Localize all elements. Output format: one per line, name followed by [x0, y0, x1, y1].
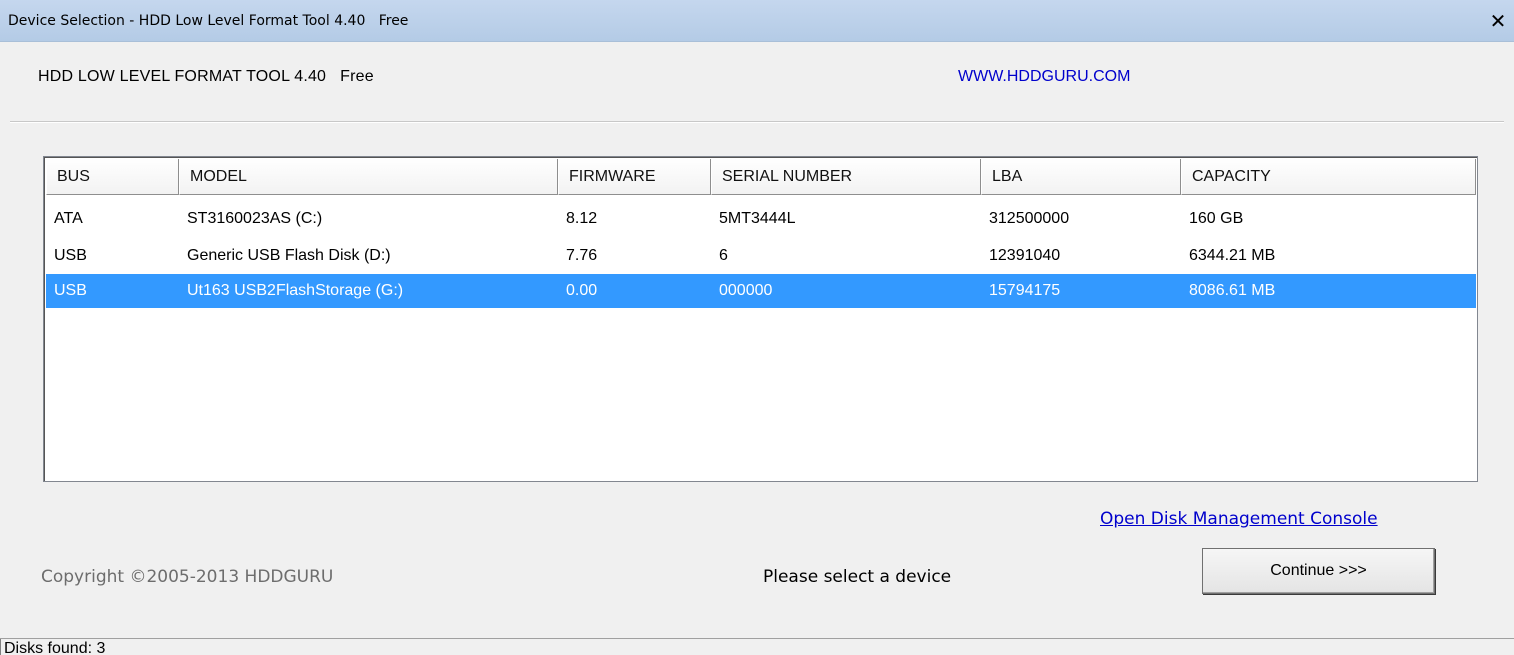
- cell-model: Ut163 USB2FlashStorage (G:): [187, 282, 404, 299]
- cell-model: Generic USB Flash Disk (D:): [187, 246, 391, 264]
- cell-serial: 5MT3444L: [719, 209, 796, 227]
- cell-capacity: 6344.21 MB: [1189, 246, 1276, 264]
- column-header-firmware[interactable]: FIRMWARE: [558, 159, 711, 195]
- cell-bus: USB: [54, 282, 87, 299]
- column-header-serial-number[interactable]: SERIAL NUMBER: [711, 159, 981, 195]
- disks-found-text: Disks found: 3: [4, 640, 106, 655]
- cell-firmware: 8.12: [566, 209, 598, 227]
- table-row[interactable]: USB Generic USB Flash Disk (D:) 7.76 6 1…: [46, 237, 1476, 274]
- title-bar: Device Selection - HDD Low Level Format …: [0, 0, 1514, 42]
- continue-button[interactable]: Continue >>>: [1202, 548, 1435, 594]
- cell-capacity: 8086.61 MB: [1189, 282, 1276, 299]
- status-bar-edge: [0, 639, 1, 655]
- cell-bus: ATA: [54, 209, 83, 227]
- cell-lba: 312500000: [989, 209, 1070, 227]
- cell-bus: USB: [54, 246, 87, 264]
- cell-firmware: 0.00: [566, 282, 598, 299]
- cell-serial: 000000: [719, 282, 773, 299]
- product-name: HDD LOW LEVEL FORMAT TOOL 4.40 Free: [38, 68, 374, 85]
- cell-firmware: 7.76: [566, 246, 598, 264]
- header-divider: [10, 121, 1504, 123]
- open-disk-management-link[interactable]: Open Disk Management Console: [1100, 509, 1378, 529]
- cell-serial: 6: [719, 246, 728, 264]
- cell-lba: 12391040: [989, 246, 1061, 264]
- selection-status-message: Please select a device: [763, 567, 952, 587]
- column-header-capacity[interactable]: CAPACITY: [1181, 159, 1476, 195]
- status-bar: Disks found: 3: [0, 638, 1514, 655]
- copyright-text: Copyright ©2005-2013 HDDGURU: [41, 567, 334, 587]
- window-title: Device Selection - HDD Low Level Format …: [8, 13, 409, 29]
- device-list-rows: ATA ST3160023AS (C:) 8.12 5MT3444L 31250…: [46, 200, 1476, 308]
- column-header-model[interactable]: MODEL: [179, 159, 558, 195]
- table-row[interactable]: ATA ST3160023AS (C:) 8.12 5MT3444L 31250…: [46, 200, 1476, 237]
- cell-model: ST3160023AS (C:): [187, 209, 323, 227]
- column-header-lba[interactable]: LBA: [981, 159, 1181, 195]
- table-row-selected[interactable]: USB Ut163 USB2FlashStorage (G:) 0.00 000…: [46, 274, 1476, 308]
- website-link[interactable]: WWW.HDDGURU.COM: [958, 68, 1130, 86]
- column-header-bus[interactable]: BUS: [46, 159, 179, 195]
- device-list-header: BUS MODEL FIRMWARE SERIAL NUMBER LBA CAP…: [46, 159, 1476, 195]
- close-icon[interactable]: ✕: [1488, 11, 1508, 31]
- device-list[interactable]: BUS MODEL FIRMWARE SERIAL NUMBER LBA CAP…: [43, 156, 1478, 482]
- cell-lba: 15794175: [989, 282, 1061, 299]
- cell-capacity: 160 GB: [1189, 209, 1244, 227]
